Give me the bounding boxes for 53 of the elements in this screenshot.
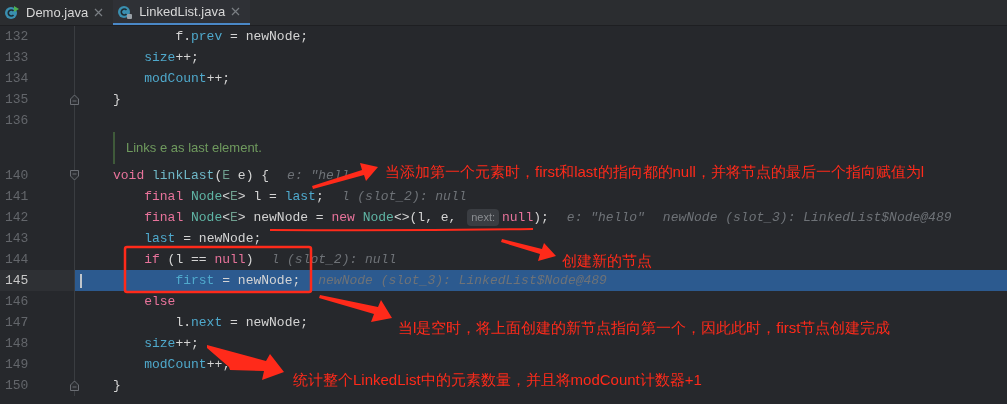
fold-icon[interactable] [70,380,79,391]
line-number: 136 [4,111,29,130]
code-text: l.next = newNode; [174,313,309,332]
line-number: 140 [4,166,29,185]
line-number: 132 [4,27,29,46]
code-text: } [113,90,121,109]
line-number: 134 [4,69,29,88]
code-text: last = newNode; [143,229,262,248]
doc-comment: Links e as last element. [113,132,262,164]
code-text: else [143,292,176,311]
line-number: 149 [4,355,29,374]
annotation-text: 创建新的节点 [562,251,652,271]
line-number: 150 [4,376,29,395]
code-text: final Node<E> l = last; [143,187,324,206]
line-number: 145 [4,271,29,290]
inline-value-hint: newNode (slot_3): LinkedList$Node@489 [662,208,952,227]
line-number: 143 [4,229,29,248]
annotation-text: 当l是空时，将上面创建的新节点指向第一个，因此此时，first节点创建完成 [398,318,891,338]
fold-icon[interactable] [70,94,79,105]
tab-label: Demo.java [26,3,89,22]
code-text: null); [502,208,549,227]
close-icon[interactable] [231,7,241,16]
line-number: 147 [4,313,29,332]
arrow [501,239,556,261]
code-text: size++; [143,334,199,353]
arrow [312,163,378,189]
line-number: 142 [4,208,29,227]
code-text: } [113,376,121,395]
code-text: modCount++; [143,69,231,88]
code-text: first = newNode; [174,271,301,290]
fold-icon[interactable] [70,170,79,181]
code-text: if (l == null) [143,250,254,269]
close-icon[interactable] [94,8,104,17]
parameter-hint: next: [467,209,499,226]
line-number: 135 [4,90,29,109]
inline-value-hint: newNode (slot_3): LinkedList$Node@489 [318,271,607,290]
line-number: 141 [4,187,29,206]
line-number: 144 [4,250,29,269]
code-text: final Node<E> newNode = new Node<>(l, e, [143,208,458,227]
editor-tab[interactable]: LinkedList.java [113,0,251,25]
code-text: f.prev = newNode; [174,27,309,46]
editor-tab[interactable]: Demo.java [0,0,114,25]
execution-marker [80,273,82,288]
inline-value-hint: l (slot_2): null [341,187,467,206]
code-text: size++; [143,48,199,67]
tab-label: LinkedList.java [139,2,226,21]
line-number: 146 [4,292,29,311]
line-number: 133 [4,48,29,67]
code-text: void linkLast(E e) { [113,166,270,185]
inline-value-hint: e: "hello" [566,208,645,227]
annotation-text: 统计整个LinkedList中的元素数量，并且将modCount计数器+1 [293,370,702,390]
annotation-text: 当添加第一个元素时，first和last的指向都的null，并将节点的最后一个指向赋值为l [385,162,925,182]
line-number: 148 [4,334,29,353]
